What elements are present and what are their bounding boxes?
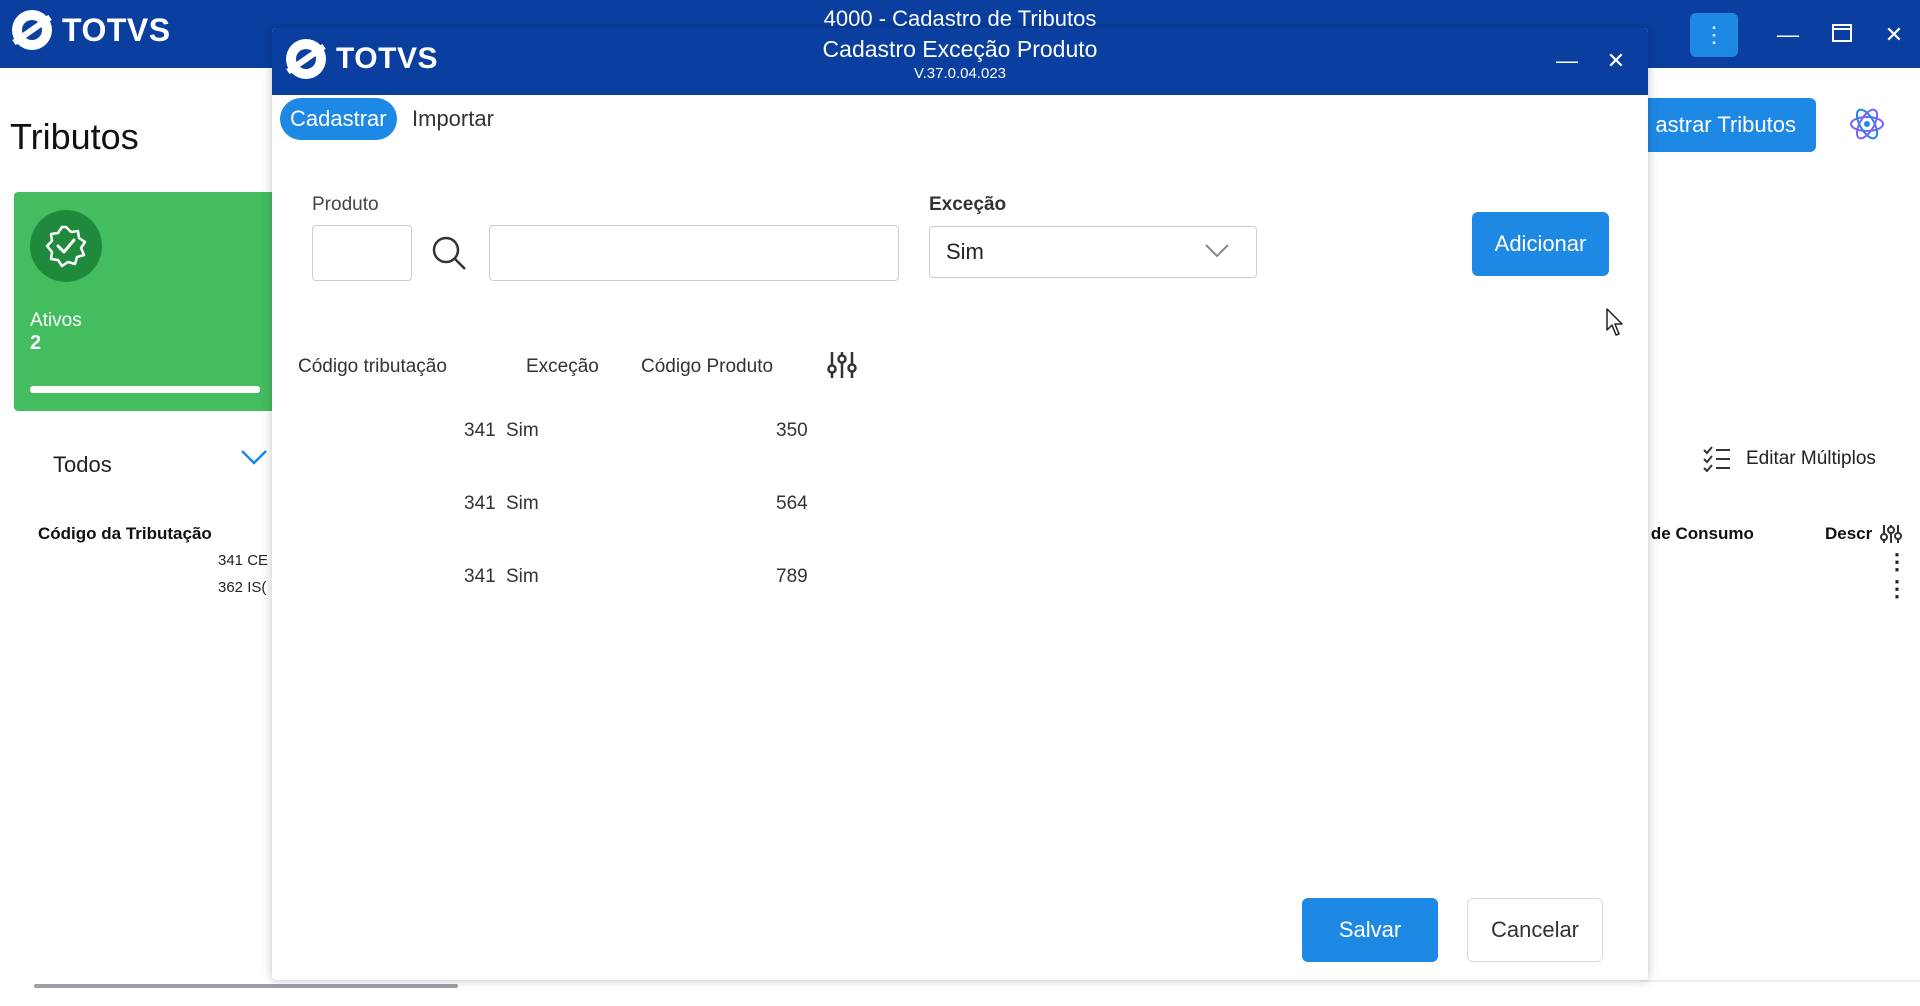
column-header-codigo-produto[interactable]: Código Produto <box>641 356 773 378</box>
cadastro-excecao-produto-dialog: TOTVS Cadastro Exceção Produto V.37.0.04… <box>272 28 1648 980</box>
page-title: Tributos <box>10 116 139 157</box>
column-header-codigo-tributacao[interactable]: Código da Tributação <box>38 524 212 544</box>
status-filter-dropdown[interactable]: Todos <box>53 452 112 478</box>
dialog-title-bar: TOTVS Cadastro Exceção Produto V.37.0.04… <box>272 28 1648 95</box>
produto-label: Produto <box>312 194 379 215</box>
horizontal-scrollbar[interactable] <box>34 984 458 988</box>
column-header-descricao[interactable]: Descr <box>1825 524 1872 544</box>
edit-multiple-label: Editar Múltiplos <box>1746 448 1876 469</box>
table-row[interactable]: 341 Sim 789 <box>272 566 972 606</box>
column-header-excecao[interactable]: Exceção <box>526 356 599 378</box>
summary-count: 2 <box>30 332 42 354</box>
summary-label: Ativos <box>30 310 82 331</box>
cell-codigo-tributacao: 341 <box>464 566 496 587</box>
maximize-icon <box>1832 24 1852 42</box>
close-button[interactable]: ✕ <box>1874 20 1914 50</box>
column-header-codigo-tributacao[interactable]: Código tributação <box>298 356 447 378</box>
cell-excecao: Sim <box>506 420 539 441</box>
dialog-minimize-button[interactable]: — <box>1547 46 1587 76</box>
atom-icon[interactable] <box>1848 104 1886 144</box>
search-icon[interactable] <box>430 234 468 272</box>
cell-codigo-produto: 350 <box>776 420 808 441</box>
cell-codigo-tributacao: 341 <box>464 420 496 441</box>
mouse-pointer-icon <box>1606 308 1623 336</box>
chevron-down-icon[interactable] <box>240 448 268 466</box>
excecao-selected-value: Sim <box>946 239 984 264</box>
column-settings-icon[interactable] <box>827 350 857 380</box>
row-actions-kebab[interactable]: ⋮ <box>1886 578 1908 600</box>
column-header-consumo[interactable]: al de Consumo <box>1632 524 1754 544</box>
cell-codigo-tributacao: 341 <box>464 493 496 514</box>
more-options-button[interactable]: ⋮ <box>1690 13 1738 57</box>
tab-cadastrar[interactable]: Cadastrar <box>280 98 397 140</box>
summary-icon-container <box>30 210 102 282</box>
checklist-icon <box>1703 446 1730 472</box>
column-settings-icon[interactable] <box>1880 523 1902 545</box>
minimize-button[interactable]: — <box>1768 20 1808 50</box>
table-row[interactable]: 341 Sim 350 <box>272 420 972 460</box>
cell-excecao: Sim <box>506 566 539 587</box>
cell-codigo-produto: 789 <box>776 566 808 587</box>
produto-description-input[interactable] <box>489 225 899 281</box>
edit-multiple-button[interactable]: Editar Múltiplos <box>1702 446 1876 472</box>
summary-card-ativos[interactable]: Ativos 2 <box>14 192 289 411</box>
chevron-down-icon <box>1205 244 1229 258</box>
table-row[interactable]: 341 Sim 564 <box>272 493 972 533</box>
cell-excecao: Sim <box>506 493 539 514</box>
summary-progress-bar <box>30 386 260 393</box>
salvar-button[interactable]: Salvar <box>1302 898 1438 962</box>
row-actions-kebab[interactable]: ⋮ <box>1886 551 1908 573</box>
produto-code-input[interactable] <box>312 225 412 281</box>
table-row[interactable]: 341 CE <box>218 552 268 569</box>
cancelar-button[interactable]: Cancelar <box>1467 898 1603 962</box>
verified-badge-icon <box>45 225 87 268</box>
table-row[interactable]: 362 IS( <box>218 579 266 596</box>
dialog-version: V.37.0.04.023 <box>913 65 1007 82</box>
excecao-label: Exceção <box>929 194 1007 215</box>
adicionar-button[interactable]: Adicionar <box>1472 212 1609 276</box>
maximize-button[interactable] <box>1822 20 1862 50</box>
cell-codigo-produto: 564 <box>776 493 808 514</box>
excecao-select[interactable]: Sim <box>929 226 1257 278</box>
dialog-title: Cadastro Exceção Produto <box>822 36 1098 62</box>
scrollbar-track <box>1640 980 1920 982</box>
tab-importar[interactable]: Importar <box>402 98 504 140</box>
dialog-close-button[interactable]: ✕ <box>1596 46 1636 76</box>
